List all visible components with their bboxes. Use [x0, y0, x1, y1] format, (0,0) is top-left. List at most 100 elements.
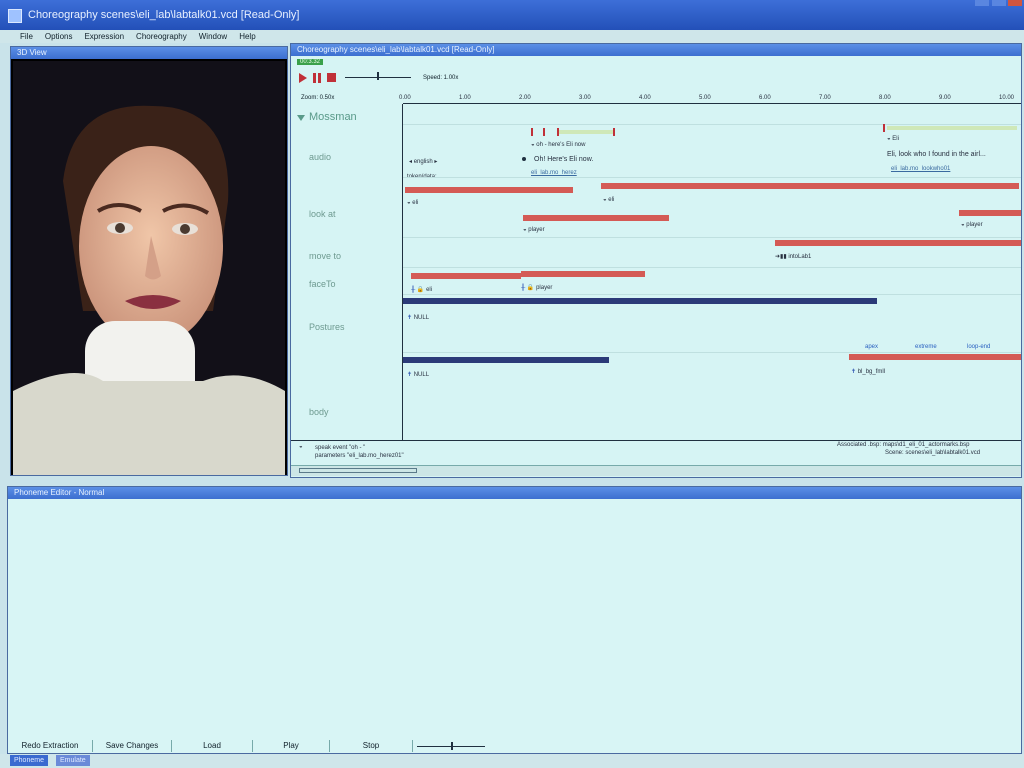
gesture-name: bl_bg_fmll	[857, 369, 886, 375]
actor-name[interactable]: Mossman	[309, 111, 357, 123]
horizontal-scrollbar[interactable]	[291, 465, 1021, 476]
audio-marker-a[interactable]	[531, 128, 533, 136]
row-separator-postures	[403, 352, 1021, 353]
tick-4: 4.00	[639, 95, 651, 101]
play-icon[interactable]	[299, 73, 307, 83]
status-speech-icon: ◒	[299, 444, 303, 450]
marker-extreme[interactable]: extreme	[915, 344, 937, 350]
marker-loop-end[interactable]: loop-end	[967, 344, 990, 350]
maximize-button[interactable]	[992, 0, 1006, 6]
lookat-label-3: ◒ player	[523, 227, 545, 233]
audio-key-dot[interactable]	[522, 157, 526, 161]
audio-event-2-file[interactable]: eli_lab.mo_lookwho01	[891, 166, 950, 172]
lookat-event-3[interactable]	[523, 215, 669, 221]
lookat-target-2: eli	[608, 197, 615, 203]
audio-event-2-word: Eli	[892, 136, 899, 142]
task-emulate[interactable]: Emulate	[56, 755, 90, 766]
character-viewport[interactable]	[13, 61, 285, 475]
language-text: english	[413, 159, 433, 165]
tick-2: 2.00	[519, 95, 531, 101]
lookat-event-1[interactable]	[405, 187, 573, 193]
status-event: speak event "oh - "	[315, 445, 366, 451]
pause-icon[interactable]	[313, 73, 321, 83]
faceto-event-1[interactable]	[411, 273, 521, 279]
posture-label-1: ✝ NULL	[407, 315, 430, 321]
menu-file[interactable]: File	[20, 32, 33, 41]
window-titlebar: Choreography scenes\eli_lab\labtalk01.vc…	[0, 0, 1024, 30]
timeline-ruler[interactable]	[403, 103, 1021, 104]
posture-null-2: NULL	[413, 372, 430, 378]
audio-marker-d[interactable]	[613, 128, 615, 136]
menu-options[interactable]: Options	[45, 32, 73, 41]
tick-7: 7.00	[819, 95, 831, 101]
tick-3: 3.00	[579, 95, 591, 101]
row-label-postures: Postures	[309, 322, 345, 332]
redo-extraction-button[interactable]: Redo Extraction	[8, 740, 93, 752]
faceto-target-2: player	[536, 285, 553, 291]
posture-event-1[interactable]	[403, 298, 877, 304]
audio-marker-b[interactable]	[543, 128, 545, 136]
speed-slider-thumb[interactable]	[377, 72, 379, 80]
close-button[interactable]	[1008, 0, 1022, 6]
app-icon[interactable]	[8, 9, 22, 23]
menu-choreography[interactable]: Choreography	[136, 32, 187, 41]
status-parameters: parameters "eli_lab.mo_herez01"	[315, 453, 404, 459]
speech-icon-1: ◒ oh - here's Eli now	[531, 142, 586, 148]
menu-help[interactable]: Help	[239, 32, 255, 41]
audio-event-2[interactable]	[887, 126, 1017, 130]
menu-window[interactable]: Window	[199, 32, 227, 41]
time-badge: 00:3.32	[297, 59, 324, 65]
stop-button[interactable]: Stop	[330, 740, 413, 752]
tick-1: 1.00	[459, 95, 471, 101]
lookat-event-4[interactable]	[959, 210, 1021, 216]
lookat-target-3: player	[528, 227, 545, 233]
status-associated: Associated .bsp: maps\d1_eli_01_actormar…	[837, 442, 970, 448]
audio-event-1[interactable]	[559, 130, 613, 134]
menu-expression[interactable]: Expression	[84, 32, 124, 41]
row-label-moveto: move to	[309, 251, 342, 261]
tick-6: 6.00	[759, 95, 771, 101]
phoneme-canvas[interactable]	[8, 499, 1021, 737]
load-button[interactable]: Load	[172, 740, 253, 752]
time-badge-text: 00:3.32	[300, 59, 321, 65]
scrollbar-thumb[interactable]	[299, 468, 417, 473]
faceto-target-1: eli	[426, 287, 433, 293]
audio-marker-e[interactable]	[883, 124, 885, 132]
marker-apex[interactable]: apex	[865, 344, 878, 350]
lookat-event-2[interactable]	[601, 183, 1019, 189]
window-title: Choreography scenes\eli_lab\labtalk01.vc…	[28, 9, 300, 21]
audio-event-2-text: Eli, look who I found in the airl...	[887, 151, 986, 158]
moveto-target: intoLab1	[788, 254, 812, 260]
lookat-target-4: player	[966, 222, 983, 228]
task-phoneme[interactable]: Phoneme	[10, 755, 48, 766]
actor-expand-icon[interactable]	[297, 115, 305, 121]
lookat-target-1: eli	[412, 200, 419, 206]
faceto-label-2: ╫ 🔒 player	[521, 285, 553, 291]
label-divider	[402, 104, 403, 440]
audio-event-1-file[interactable]: eli_lab.mo_herez	[531, 170, 577, 176]
row-separator-lookat	[403, 237, 1021, 238]
moveto-label: ➜▮▮ intoLab1	[775, 254, 812, 260]
save-changes-button[interactable]: Save Changes	[93, 740, 172, 752]
row-separator-faceto	[403, 294, 1021, 295]
phoneme-toolbar: Redo Extraction Save Changes Load Play S…	[8, 739, 1021, 753]
lookat-label-4: ◒ player	[961, 222, 983, 228]
language-selector[interactable]: ◂ english ▸	[409, 158, 437, 165]
stop-icon[interactable]	[327, 73, 336, 82]
menu-bar: File Options Expression Choreography Win…	[0, 30, 1024, 43]
faceto-event-2[interactable]	[521, 271, 645, 277]
gesture-event[interactable]	[849, 354, 1021, 360]
play-button[interactable]: Play	[253, 740, 330, 752]
phoneme-editor-title: Phoneme Editor - Normal	[8, 487, 1021, 499]
minimize-button[interactable]	[975, 0, 989, 6]
posture-null-1: NULL	[413, 315, 430, 321]
phoneme-slider[interactable]	[413, 740, 493, 752]
row-label-body: body	[309, 407, 329, 417]
actor-separator	[403, 124, 1021, 125]
lookat-label-2: ◒ eli	[603, 197, 615, 203]
row-label-lookat: look at	[309, 209, 336, 219]
moveto-event[interactable]	[775, 240, 1021, 246]
row-label-faceto: faceTo	[309, 279, 336, 289]
tick-9: 9.00	[939, 95, 951, 101]
posture-event-2[interactable]	[403, 357, 609, 363]
